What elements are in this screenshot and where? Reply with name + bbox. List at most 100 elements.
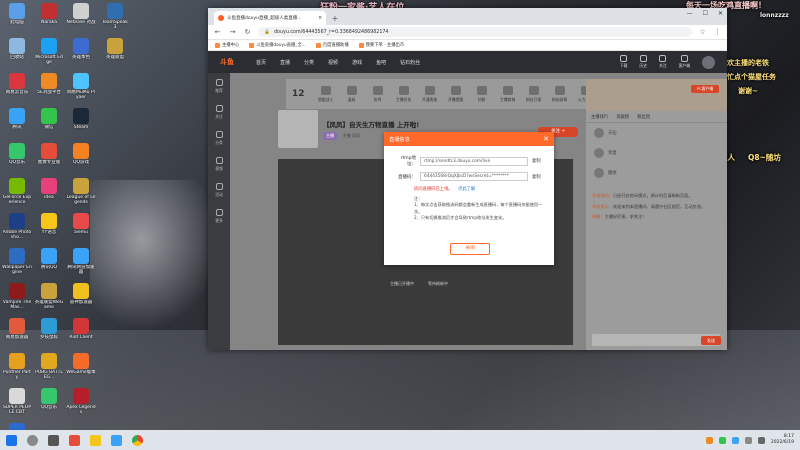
gift-item[interactable]: 粉丝日报 — [523, 85, 545, 103]
reload-icon[interactable]: ↻ — [243, 28, 252, 36]
app-icon-2[interactable] — [111, 434, 122, 446]
nav-right-item[interactable]: 历史 — [639, 55, 647, 69]
video-link-1[interactable]: 主播已开播中 — [390, 281, 414, 287]
sidebar-item[interactable]: 分类 — [208, 125, 230, 151]
rank-row[interactable]: 樱桃 — [586, 163, 727, 183]
desktop-icon[interactable]: WeGame版本 — [66, 353, 96, 386]
bookmark-item[interactable]: 百度直播助播 — [315, 42, 349, 48]
sidebar-item[interactable]: 视频 — [208, 151, 230, 177]
tray-icon-1[interactable] — [705, 436, 713, 444]
desktop-icon[interactable]: 英雄联盟WeGame — [34, 283, 64, 316]
desktop-icon[interactable]: 英雄联盟 — [100, 38, 130, 71]
start-icon[interactable] — [6, 434, 17, 446]
copy-key-button[interactable]: 复制 — [532, 174, 541, 180]
bookmark-item[interactable]: 斗鱼直播douyu直播_全... — [249, 42, 306, 48]
new-tab-button[interactable]: + — [329, 13, 341, 25]
desktop-icon[interactable]: 腾讯网游加速器 — [66, 248, 96, 281]
desktop-icon[interactable]: SUPER PEOPLE CBT — [2, 388, 32, 421]
desktop-icon[interactable]: 网易MuMu Plyaer — [66, 73, 96, 106]
desktop-icon[interactable]: 腾讯 — [2, 108, 32, 141]
gift-item[interactable]: 粉丝勋章 — [549, 85, 571, 103]
desktop-icon[interactable]: GeForce Experience — [2, 178, 32, 211]
nav-item[interactable]: 分类 — [304, 59, 314, 66]
site-logo[interactable]: 斗鱼 — [220, 57, 234, 67]
desktop-icon[interactable]: 回收站 — [2, 38, 32, 71]
desktop-icon[interactable]: idea — [34, 178, 64, 211]
key-field[interactable]: 64443568rQqXJbcD?wsSecret=******** — [420, 172, 528, 181]
desktop-icon[interactable]: Riot Client — [66, 318, 96, 351]
desktop-icon[interactable]: 雷神加速器 — [66, 283, 96, 316]
nav-right-item[interactable]: 下载 — [620, 55, 627, 69]
desktop-icon[interactable]: Adobe Photosho... — [2, 213, 32, 246]
chat-sender[interactable]: 系统提示： — [592, 204, 613, 209]
streamer-name[interactable]: 主播 凤凤 — [343, 133, 360, 138]
nav-item[interactable]: 钻石粉丝 — [400, 59, 420, 66]
desktop-icon[interactable]: Steam — [66, 108, 96, 141]
rank-row[interactable]: 天仙 — [586, 123, 727, 143]
nav-item[interactable]: 视频 — [328, 59, 338, 66]
volume-icon[interactable] — [757, 436, 765, 444]
desktop-icon[interactable]: 微信 — [34, 108, 64, 141]
rtmp-field[interactable]: rtmp://sendtc3.douyu.com/live — [420, 156, 528, 166]
desktop-icon[interactable]: Microsoft Edge — [34, 38, 64, 71]
streamer-avatar[interactable] — [278, 110, 318, 148]
chat-sender[interactable]: 系统通知： — [592, 193, 613, 198]
desktop-icon[interactable]: Netease 对战 — [66, 3, 96, 36]
close-window-button[interactable]: ✕ — [718, 10, 723, 17]
forward-icon[interactable]: → — [228, 28, 237, 36]
sidebar-item[interactable]: 关注 — [208, 99, 230, 125]
desktop-icon[interactable]: 5E对战平台 — [34, 73, 64, 106]
desktop-icon[interactable]: Vampire The Mas... — [2, 283, 32, 316]
gift-item[interactable]: 超能战士 — [315, 85, 337, 103]
chrome-icon[interactable] — [132, 434, 143, 446]
desktop-icon[interactable]: QQ游戏 — [66, 143, 96, 176]
menu-icon[interactable]: ⋮ — [713, 28, 722, 36]
gift-item[interactable]: 主播商城 — [497, 85, 519, 103]
task-view-icon[interactable] — [48, 434, 59, 446]
star-icon[interactable]: ☆ — [698, 28, 707, 36]
desktop-icon[interactable]: 罗技鼠标 — [34, 318, 64, 351]
desktop-icon[interactable]: League of Legends — [66, 178, 96, 211]
folder-icon[interactable] — [90, 434, 101, 446]
nav-item[interactable]: 鱼吧 — [376, 59, 386, 66]
desktop-icon[interactable]: 英雄本色 — [66, 38, 96, 71]
tab-close-icon[interactable]: ✕ — [318, 16, 322, 21]
sidebar-item[interactable]: 推荐 — [208, 73, 230, 99]
desktop-icon[interactable]: 图像专业版 — [34, 143, 64, 176]
sidebar-item[interactable]: 更多 — [208, 203, 230, 229]
clock[interactable]: 8:17 2022/6/19 — [771, 434, 794, 446]
rank-tab[interactable]: 主播排行 — [591, 114, 608, 120]
desktop-icon[interactable]: QQ音乐 — [34, 388, 64, 421]
desktop-icon[interactable]: aiemu — [66, 213, 96, 246]
rank-tab[interactable]: 贡献榜 — [616, 114, 629, 120]
desktop-icon[interactable]: Naraka — [34, 3, 64, 36]
nav-item[interactable]: 游戏 — [352, 59, 362, 66]
help-link[interactable]: 点此了解 — [458, 187, 475, 192]
gift-item[interactable]: 钻粉 — [471, 85, 493, 103]
user-avatar[interactable] — [702, 55, 715, 69]
maximize-button[interactable]: ☐ — [703, 10, 708, 17]
desktop-icon[interactable]: Wallpaper Engine — [2, 248, 32, 281]
desktop-icon[interactable]: PUBG BATTLEG... — [34, 353, 64, 386]
send-button[interactable]: 发送 — [701, 336, 721, 345]
back-icon[interactable]: ← — [213, 28, 222, 36]
desktop-icon[interactable]: TeamSpeak 3 — [100, 3, 130, 36]
minimize-button[interactable]: — — [687, 10, 693, 17]
sidebar-item[interactable]: 活动 — [208, 177, 230, 203]
bookmark-item[interactable]: 主播中心 — [215, 42, 239, 48]
video-link-2[interactable]: 等待刷新中 — [428, 281, 448, 287]
rank-row[interactable]: 贤妻 — [586, 143, 727, 163]
pc-client-button[interactable]: PC客户端 — [691, 85, 719, 93]
rank-tab[interactable]: 粉丝团 — [637, 114, 650, 120]
nav-item[interactable]: 首页 — [256, 59, 266, 66]
chat-sender[interactable]: 弹幕： — [592, 214, 605, 219]
desktop-icon[interactable]: Apex Legends — [66, 388, 96, 421]
desktop-icon[interactable]: QQ音乐 — [2, 143, 32, 176]
nav-right-item[interactable]: 客户端 — [679, 55, 690, 69]
dialog-close-icon[interactable]: ✕ — [543, 135, 549, 143]
desktop-icon[interactable]: 腾讯QQ — [34, 248, 64, 281]
app-icon-1[interactable] — [69, 434, 80, 446]
network-icon[interactable] — [744, 436, 752, 444]
gift-item[interactable]: 吃鸡 — [367, 85, 389, 103]
desktop-icon[interactable]: Punther Party — [2, 353, 32, 386]
